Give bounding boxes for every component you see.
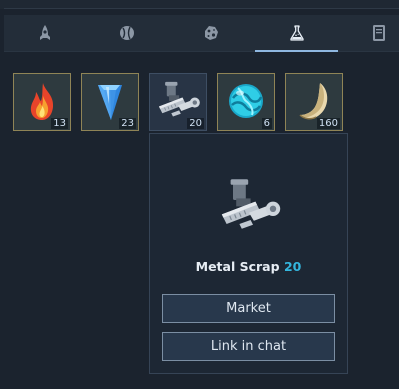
inventory-slot-crystal[interactable]: 23	[81, 73, 139, 131]
item-name: Metal Scrap	[195, 259, 280, 274]
flask-icon	[289, 25, 304, 41]
inventory-slot-fang[interactable]: 160	[285, 73, 343, 131]
tab-asteroids[interactable]	[180, 15, 242, 51]
tab-research[interactable]	[255, 15, 338, 52]
link-in-chat-button-label: Link in chat	[210, 339, 287, 354]
market-button-label: Market	[226, 301, 271, 316]
slot-quantity: 160	[316, 118, 340, 129]
slot-quantity: 13	[51, 118, 68, 129]
slot-quantity: 20	[187, 118, 204, 129]
rocket-icon	[40, 25, 50, 40]
slot-quantity: 23	[119, 118, 136, 129]
inventory-slot-metal-scrap[interactable]: 20	[149, 73, 207, 131]
tab-codex[interactable]	[358, 15, 399, 51]
tab-ships[interactable]	[14, 15, 76, 51]
slot-quantity: 6	[261, 118, 272, 129]
tab-planets[interactable]	[96, 15, 158, 51]
link-in-chat-button[interactable]: Link in chat	[162, 332, 335, 361]
book-icon	[372, 25, 385, 41]
item-count: 20	[283, 259, 302, 274]
item-popup: Metal Scrap 20 Market Link in chat	[149, 133, 348, 374]
item-title: Metal Scrap 20	[150, 259, 347, 274]
market-button[interactable]: Market	[162, 294, 335, 323]
tab-bar	[4, 15, 399, 52]
top-divider	[4, 8, 399, 9]
inventory-slot-energy-orb[interactable]: 6	[217, 73, 275, 131]
asteroid-icon	[205, 26, 218, 40]
inventory-slot-flame[interactable]: 13	[13, 73, 71, 131]
planet-icon	[120, 26, 134, 40]
top-strip	[0, 0, 399, 9]
metal-scrap-icon	[221, 179, 281, 229]
